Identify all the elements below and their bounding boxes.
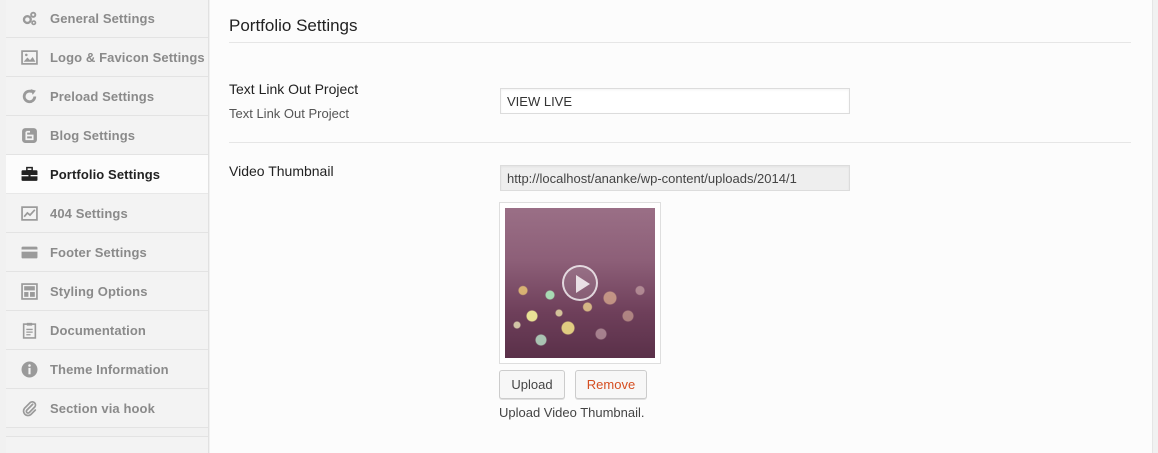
refresh-icon bbox=[20, 87, 38, 105]
sidebar-item-label: Logo & Favicon Settings bbox=[50, 49, 205, 65]
sidebar-item-portfolio-settings[interactable]: Portfolio Settings bbox=[6, 155, 208, 194]
sidebar-item-documentation[interactable]: Documentation bbox=[6, 311, 208, 350]
sidebar-item-label: Blog Settings bbox=[50, 127, 136, 143]
title-divider bbox=[229, 42, 1131, 43]
sidebar-item-label: Preload Settings bbox=[50, 88, 155, 104]
sidebar-item-logo-favicon[interactable]: Logo & Favicon Settings bbox=[6, 38, 208, 77]
video-thumbnail-label: Video Thumbnail bbox=[229, 163, 334, 179]
image-icon bbox=[20, 48, 38, 66]
text-link-description: Text Link Out Project bbox=[229, 106, 349, 121]
chart-icon bbox=[20, 204, 38, 222]
gears-icon bbox=[20, 10, 38, 28]
sidebar-item-general-settings[interactable]: General Settings bbox=[6, 0, 208, 38]
sidebar-footer bbox=[6, 436, 208, 453]
upload-button[interactable]: Upload bbox=[499, 370, 565, 399]
sidebar-item-label: Section via hook bbox=[50, 400, 155, 416]
page-title: Portfolio Settings bbox=[229, 16, 358, 35]
thumbnail-image bbox=[505, 208, 655, 358]
layout-icon bbox=[20, 282, 38, 300]
info-icon bbox=[20, 360, 38, 378]
sidebar-item-section-via-hook[interactable]: Section via hook bbox=[6, 389, 208, 428]
sidebar-item-preload-settings[interactable]: Preload Settings bbox=[6, 77, 208, 116]
sidebar-item-styling-options[interactable]: Styling Options bbox=[6, 272, 208, 311]
clipboard-icon bbox=[20, 321, 38, 339]
row-divider bbox=[229, 142, 1131, 143]
play-icon bbox=[562, 265, 598, 301]
sidebar-item-label: Styling Options bbox=[50, 283, 148, 299]
sidebar-item-label: General Settings bbox=[50, 11, 155, 26]
settings-sidebar: General Settings Logo & Favicon Settings… bbox=[6, 0, 209, 453]
video-thumbnail-url-field[interactable] bbox=[500, 165, 850, 191]
sidebar-item-label: Footer Settings bbox=[50, 244, 147, 260]
sidebar-item-blog-settings[interactable]: Blog Settings bbox=[6, 116, 208, 155]
sidebar-item-404-settings[interactable]: 404 Settings bbox=[6, 194, 208, 233]
paperclip-icon bbox=[20, 399, 38, 417]
upload-helper-text: Upload Video Thumbnail. bbox=[499, 405, 645, 420]
credit-card-icon bbox=[20, 243, 38, 261]
video-thumbnail-preview bbox=[499, 202, 661, 364]
sidebar-item-label: Documentation bbox=[50, 322, 146, 338]
briefcase-icon bbox=[20, 165, 38, 183]
sidebar-item-label: Portfolio Settings bbox=[50, 166, 161, 182]
sidebar-item-theme-information[interactable]: Theme Information bbox=[6, 350, 208, 389]
blogger-icon bbox=[20, 126, 38, 144]
text-link-input[interactable] bbox=[500, 88, 850, 114]
text-link-label: Text Link Out Project bbox=[229, 81, 359, 97]
remove-button[interactable]: Remove bbox=[575, 370, 647, 399]
settings-panel: Portfolio Settings Text Link Out Project… bbox=[210, 0, 1153, 453]
sidebar-item-label: Theme Information bbox=[50, 361, 169, 377]
sidebar-item-label: 404 Settings bbox=[50, 205, 128, 221]
sidebar-item-footer-settings[interactable]: Footer Settings bbox=[6, 233, 208, 272]
